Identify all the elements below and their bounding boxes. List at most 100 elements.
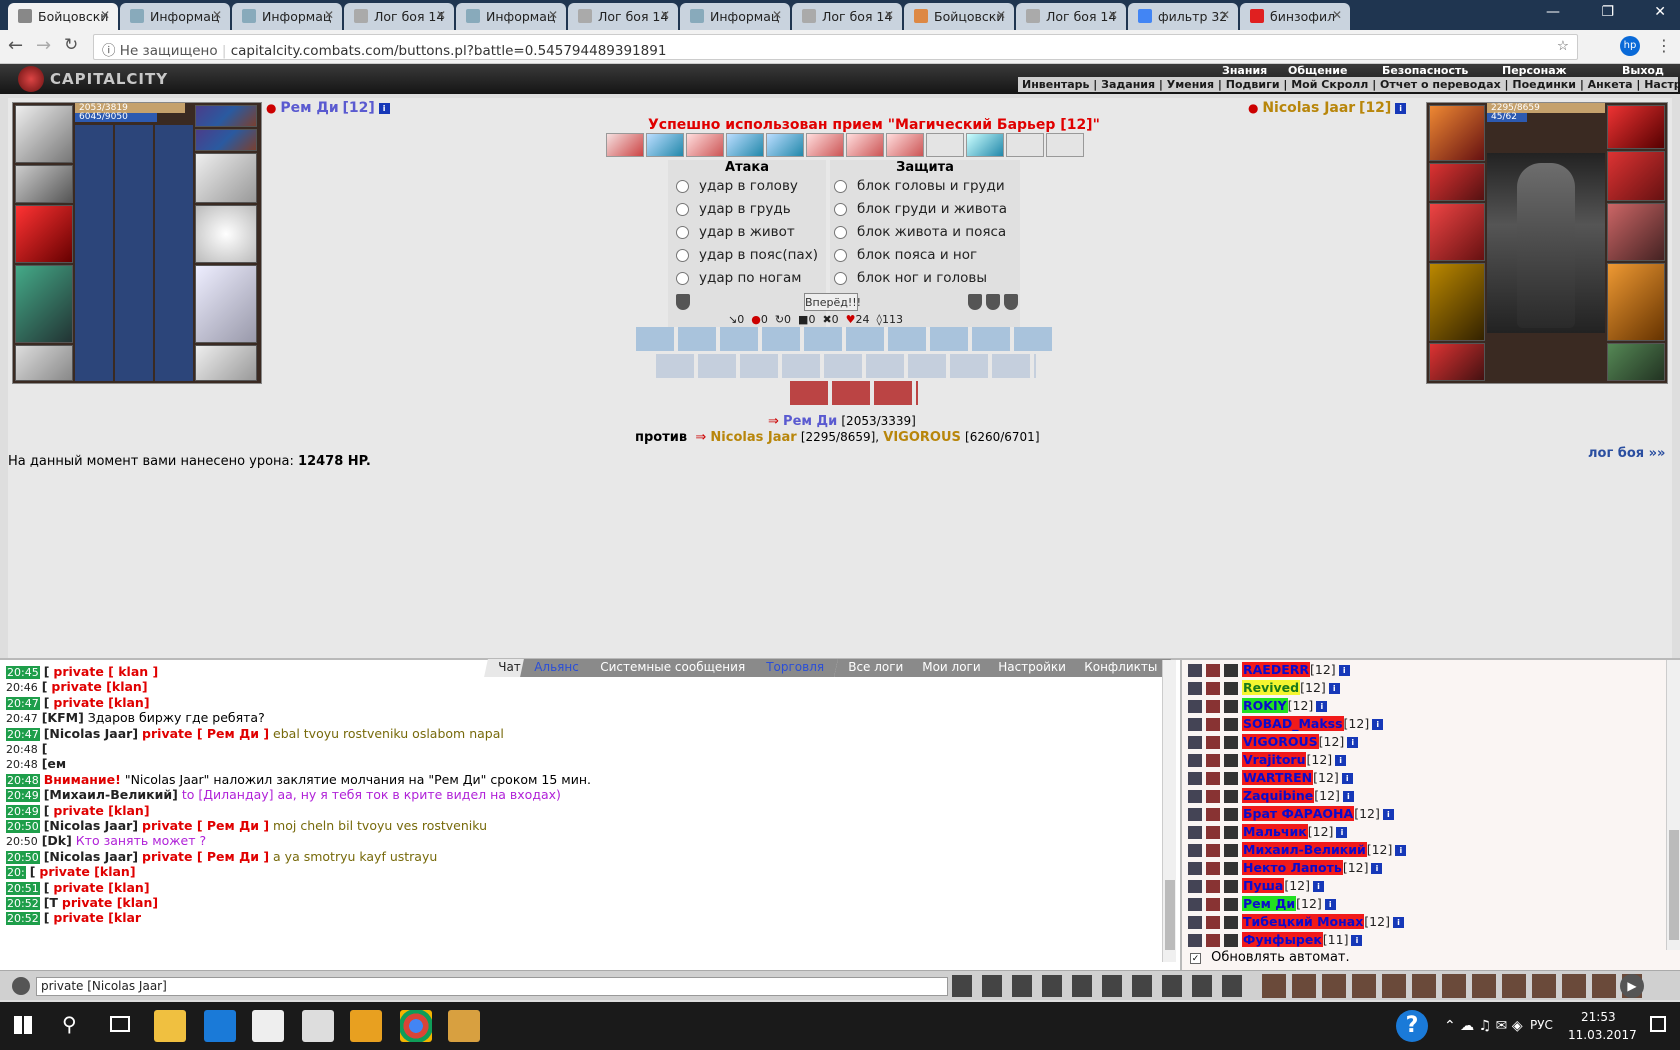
skill-slot-empty[interactable] bbox=[926, 133, 964, 157]
user-info-icon[interactable]: i bbox=[1372, 719, 1384, 730]
tab-close-icon[interactable]: ✕ bbox=[1220, 8, 1230, 22]
help-icon[interactable]: ? bbox=[1396, 1010, 1428, 1042]
chat-sender[interactable]: [ bbox=[44, 695, 50, 710]
maximize-icon[interactable]: ❐ bbox=[1601, 4, 1614, 20]
attack-head-option[interactable]: удар в голову bbox=[676, 178, 798, 200]
user-row[interactable]: Тибецкий Монах[12] i bbox=[1188, 914, 1404, 931]
user-name[interactable]: WARTREN bbox=[1242, 770, 1314, 785]
tab-close-icon[interactable]: ✕ bbox=[996, 8, 1006, 22]
skill-slot[interactable] bbox=[646, 133, 684, 157]
submenu-quests[interactable]: Задания bbox=[1101, 78, 1155, 91]
chat-sender[interactable]: [Михаил-Великий] bbox=[44, 787, 178, 802]
user-name[interactable]: Zaquibine bbox=[1242, 788, 1315, 803]
users-scroll-thumb[interactable] bbox=[1669, 830, 1679, 940]
mail-icon[interactable] bbox=[302, 1010, 334, 1042]
radio-icon[interactable] bbox=[676, 179, 689, 193]
user-info-icon[interactable]: i bbox=[1328, 683, 1340, 694]
browser-tab[interactable]: Информац ✕ bbox=[120, 3, 230, 30]
tab-close-icon[interactable]: ✕ bbox=[660, 8, 670, 22]
user-row[interactable]: ROKIY[12] i bbox=[1188, 698, 1328, 715]
go-button[interactable]: Вперёд!!! bbox=[804, 293, 861, 311]
user-info-icon[interactable]: i bbox=[1347, 737, 1359, 748]
vs-ally-name[interactable]: VIGOROUS bbox=[883, 430, 961, 445]
radio-icon[interactable] bbox=[676, 271, 689, 285]
user-info-icon[interactable]: i bbox=[1341, 773, 1353, 784]
user-row[interactable]: Михаил-Великий[12] i bbox=[1188, 842, 1407, 859]
user-row[interactable]: Некто Лапоть[12] i bbox=[1188, 860, 1383, 877]
tab-close-icon[interactable]: ✕ bbox=[1332, 8, 1342, 22]
submenu-settings[interactable]: Настройки bbox=[1644, 78, 1680, 91]
user-row[interactable]: Revived[12] i bbox=[1188, 680, 1340, 697]
submenu-transfers[interactable]: Отчет о переводах bbox=[1380, 78, 1501, 91]
tab-close-icon[interactable]: ✕ bbox=[100, 8, 110, 22]
browser-tab[interactable]: Лог боя 14 ✕ bbox=[344, 3, 454, 30]
skill-slot[interactable] bbox=[886, 133, 924, 157]
tab-trade[interactable]: Торговля bbox=[752, 659, 838, 677]
skill-slot[interactable] bbox=[726, 133, 764, 157]
user-row[interactable]: RAEDERR[12] i bbox=[1188, 662, 1350, 679]
user-name[interactable]: Пуша bbox=[1242, 878, 1285, 893]
user-name[interactable]: Мальчик bbox=[1242, 824, 1308, 839]
skill-slot[interactable] bbox=[846, 133, 884, 157]
enemy-gloves-slot[interactable] bbox=[1607, 151, 1665, 201]
chat-sender[interactable]: [KFM] bbox=[42, 710, 84, 725]
chat-sender[interactable]: [Nicolas Jaar] bbox=[44, 849, 138, 864]
auto-refresh-checkbox[interactable]: ✓ bbox=[1190, 953, 1201, 964]
chat-sender[interactable]: [ bbox=[44, 803, 50, 818]
enemy-ring-slot[interactable] bbox=[1607, 105, 1665, 149]
attack-stomach-option[interactable]: удар в живот bbox=[676, 224, 795, 246]
chat-sender[interactable]: Внимание! bbox=[44, 772, 121, 787]
block-legs-head-option[interactable]: блок ног и головы bbox=[834, 270, 987, 292]
submenu-profile[interactable]: Анкета bbox=[1588, 78, 1633, 91]
chat-scrollbar[interactable] bbox=[1162, 660, 1176, 962]
user-row[interactable]: SOBAD_Makss[12] i bbox=[1188, 716, 1384, 733]
tab-close-icon[interactable]: ✕ bbox=[1108, 8, 1118, 22]
block-belt-legs-option[interactable]: блок пояса и ног bbox=[834, 247, 977, 269]
radio-icon[interactable] bbox=[834, 202, 847, 216]
browser-tab[interactable]: бинзофил ✕ bbox=[1240, 3, 1350, 30]
browser-tab[interactable]: Лог боя 14 ✕ bbox=[568, 3, 678, 30]
browser-tab[interactable]: Лог боя 14 ✕ bbox=[1016, 3, 1126, 30]
block-chest-stomach-option[interactable]: блок груди и живота bbox=[834, 201, 1007, 223]
block-head-chest-option[interactable]: блок головы и груди bbox=[834, 178, 1005, 200]
menu-knowledge[interactable]: Знания bbox=[1222, 64, 1267, 77]
gloves-slot[interactable] bbox=[195, 153, 257, 203]
user-info-icon[interactable]: i bbox=[1392, 917, 1404, 928]
user-row[interactable]: Рем Ди[12] i bbox=[1188, 896, 1336, 913]
tab-settings[interactable]: Настройки bbox=[984, 659, 1080, 677]
chat-input[interactable]: private [Nicolas Jaar] bbox=[36, 977, 948, 996]
user-name[interactable]: ROKIY bbox=[1242, 698, 1288, 713]
smiley-avatar-icon[interactable] bbox=[12, 977, 30, 995]
attack-chest-option[interactable]: удар в грудь bbox=[676, 201, 791, 223]
attack-groin-option[interactable]: удар в пояс(пах) bbox=[676, 247, 818, 269]
radio-icon[interactable] bbox=[676, 202, 689, 216]
user-info-icon[interactable]: i bbox=[1335, 755, 1347, 766]
battle-log-link[interactable]: лог боя »» bbox=[1588, 446, 1665, 461]
minimize-icon[interactable]: — bbox=[1546, 4, 1560, 20]
user-name[interactable]: Тибецкий Монах bbox=[1242, 914, 1365, 929]
chat-sender[interactable]: [ bbox=[44, 910, 50, 925]
user-name[interactable]: VIGOROUS bbox=[1242, 734, 1319, 749]
close-icon[interactable]: ✕ bbox=[1654, 4, 1666, 20]
user-info-icon[interactable]: i bbox=[1313, 881, 1324, 892]
user-row[interactable]: Vrajitoru[12] i bbox=[1188, 752, 1347, 769]
enemy-info-icon[interactable]: i bbox=[1395, 103, 1407, 114]
enemy-belt-slot[interactable] bbox=[1429, 343, 1485, 381]
enemy-shield-slot[interactable] bbox=[1607, 203, 1665, 261]
tab-my-logs[interactable]: Мои логи bbox=[908, 659, 995, 677]
radio-icon[interactable] bbox=[676, 248, 689, 262]
browser-tab[interactable]: Информац ✕ bbox=[232, 3, 342, 30]
chat-sender[interactable]: [ bbox=[30, 864, 36, 879]
url-field[interactable]: ⓘ Не защищено | capitalcity.combats.com/… bbox=[93, 34, 1578, 60]
chat-sender[interactable]: [Dk] bbox=[42, 833, 72, 848]
chrome-icon[interactable] bbox=[400, 1010, 432, 1042]
enemy-bracer-slot[interactable] bbox=[1429, 163, 1485, 201]
browser-tab[interactable]: Информац ✕ bbox=[456, 3, 566, 30]
radio-icon[interactable] bbox=[834, 225, 847, 239]
user-info-icon[interactable]: i bbox=[1316, 701, 1328, 712]
menu-social[interactable]: Общение bbox=[1288, 64, 1347, 77]
user-name[interactable]: Revived bbox=[1242, 680, 1301, 695]
menu-icon[interactable]: ⋮ bbox=[1656, 36, 1672, 55]
user-name[interactable]: Vrajitoru bbox=[1242, 752, 1307, 767]
player-info-icon[interactable]: i bbox=[378, 103, 390, 114]
